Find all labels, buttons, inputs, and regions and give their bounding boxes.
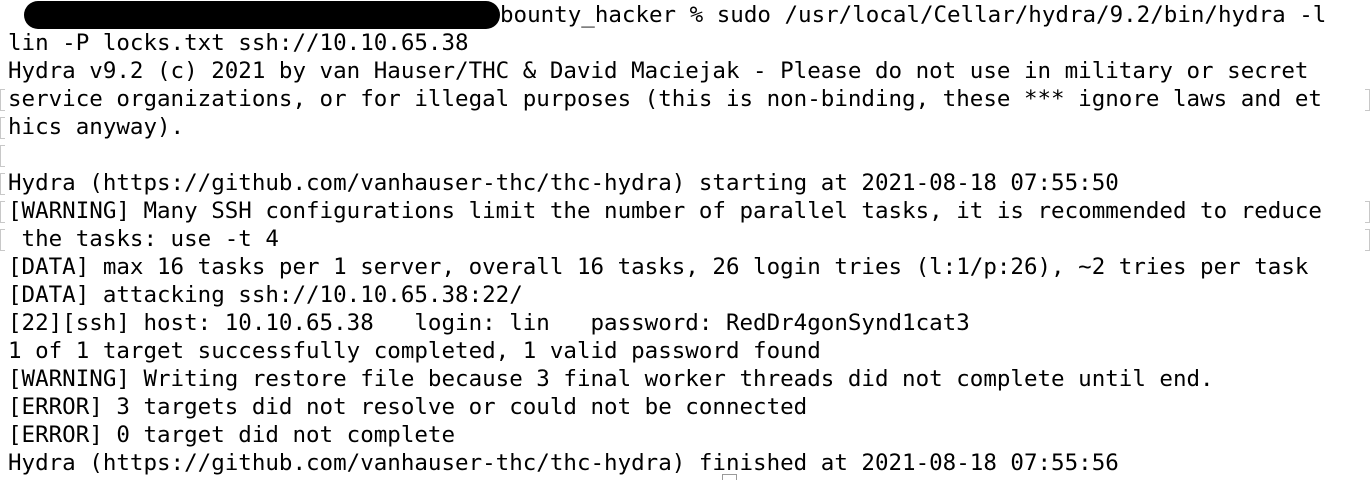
- wrap-marker: [0, 145, 5, 167]
- output-line: Hydra (https://github.com/vanhauser-thc/…: [8, 170, 1119, 196]
- terminal-window[interactable]: bounty_hacker % sudo /usr/local/Cellar/h…: [0, 0, 1370, 480]
- output-line: 1 of 1 target successfully completed, 1 …: [8, 338, 821, 364]
- prompt-text: bounty_hacker % sudo /usr/local/Cellar/h…: [500, 2, 1327, 28]
- output-line: the tasks: use -t 4: [8, 226, 279, 252]
- wrap-marker: [0, 201, 5, 223]
- wrap-marker: [1365, 229, 1370, 251]
- output-line: [DATA] max 16 tasks per 1 server, overal…: [8, 254, 1309, 280]
- output-line: [ERROR] 0 target did not complete: [8, 422, 456, 448]
- output-line: [DATA] attacking ssh://10.10.65.38:22/: [8, 282, 523, 308]
- command-text: sudo /usr/local/Cellar/hydra/9.2/bin/hyd…: [716, 2, 1327, 28]
- output-line: hics anyway).: [8, 114, 185, 140]
- wrap-marker: [1365, 89, 1370, 111]
- output-line: [ERROR] 3 targets did not resolve or cou…: [8, 394, 808, 420]
- command-continuation: lin -P locks.txt ssh://10.10.65.38: [8, 30, 469, 56]
- output-line: [WARNING] Writing restore file because 3…: [8, 366, 1214, 392]
- output-line-credentials: [22][ssh] host: 10.10.65.38 login: lin p…: [8, 310, 970, 336]
- output-line: Hydra v9.2 (c) 2021 by van Hauser/THC & …: [8, 58, 1309, 84]
- wrap-marker: [0, 117, 5, 139]
- output-line: [WARNING] Many SSH configurations limit …: [8, 198, 1322, 224]
- output-line: Hydra (https://github.com/vanhauser-thc/…: [8, 450, 1119, 476]
- prompt-line: bounty_hacker % sudo /usr/local/Cellar/h…: [0, 1, 1370, 29]
- wrap-marker: [0, 89, 5, 111]
- wrap-marker: [1365, 201, 1370, 223]
- wrap-marker: [0, 229, 5, 251]
- output-line: service organizations, or for illegal pu…: [8, 86, 1322, 112]
- redacted-hostname: [24, 1, 500, 29]
- text-cursor: [722, 474, 737, 480]
- wrap-marker: [0, 173, 5, 195]
